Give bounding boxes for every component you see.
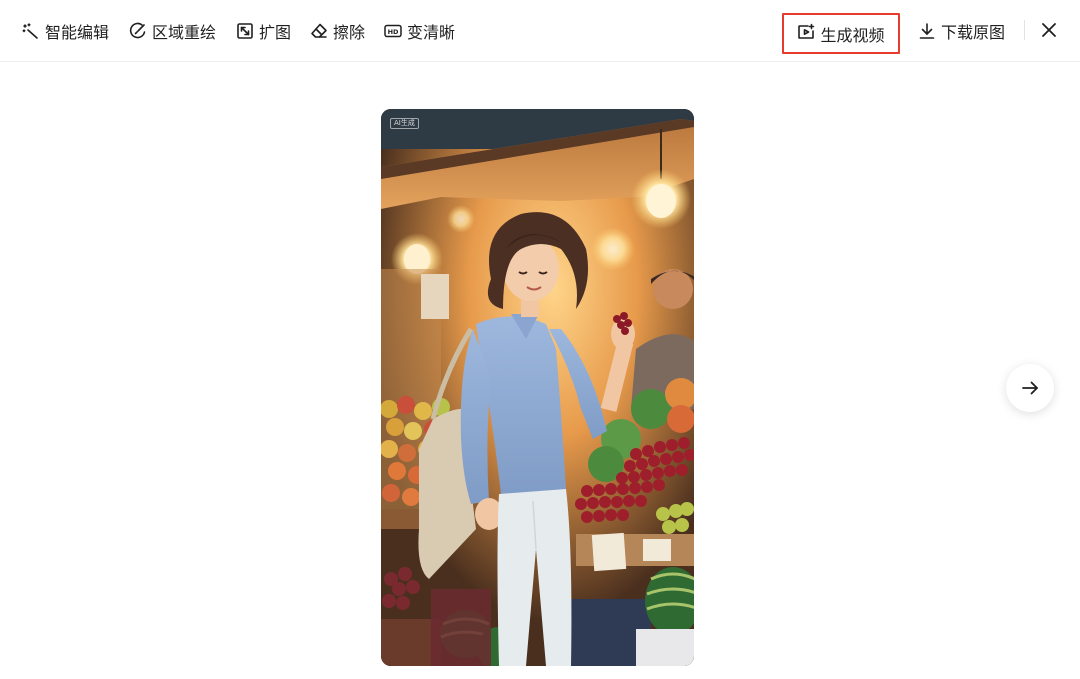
generated-image: AI生成	[381, 109, 694, 666]
arrow-right-icon	[1020, 378, 1040, 398]
ai-generated-badge: AI生成	[390, 118, 419, 129]
smart-edit-button[interactable]: 智能编辑	[22, 17, 109, 45]
expand-button[interactable]: 扩图	[236, 17, 291, 45]
brush-icon	[129, 22, 147, 40]
magic-wand-icon	[22, 22, 40, 40]
smart-edit-label: 智能编辑	[45, 23, 110, 42]
enhance-button[interactable]: HD 变清晰	[384, 17, 455, 45]
enhance-label: 变清晰	[407, 23, 456, 42]
expand-label: 扩图	[259, 23, 292, 42]
expand-icon	[236, 22, 254, 40]
erase-button[interactable]: 擦除	[310, 17, 365, 45]
generate-video-label: 生成视频	[820, 25, 885, 45]
top-toolbar: 智能编辑 区域重绘 扩图 擦除 HD 变清晰 生成视频 下载原图	[0, 0, 1080, 62]
video-sparkle-icon	[797, 23, 815, 45]
hd-icon: HD	[384, 22, 402, 40]
download-icon	[918, 22, 936, 40]
download-original-button[interactable]: 下载原图	[918, 17, 1005, 45]
erase-label: 擦除	[333, 23, 366, 42]
market-girl-illustration	[381, 109, 694, 666]
region-redraw-label: 区域重绘	[152, 23, 217, 42]
region-redraw-button[interactable]: 区域重绘	[129, 17, 216, 45]
close-icon	[1040, 21, 1058, 39]
svg-text:HD: HD	[388, 28, 399, 36]
download-label: 下载原图	[941, 23, 1006, 42]
close-button[interactable]	[1037, 18, 1061, 42]
generate-video-button[interactable]: 生成视频	[782, 13, 900, 54]
toolbar-divider	[1024, 20, 1025, 40]
next-image-button[interactable]	[1006, 364, 1054, 412]
eraser-icon	[310, 22, 328, 40]
